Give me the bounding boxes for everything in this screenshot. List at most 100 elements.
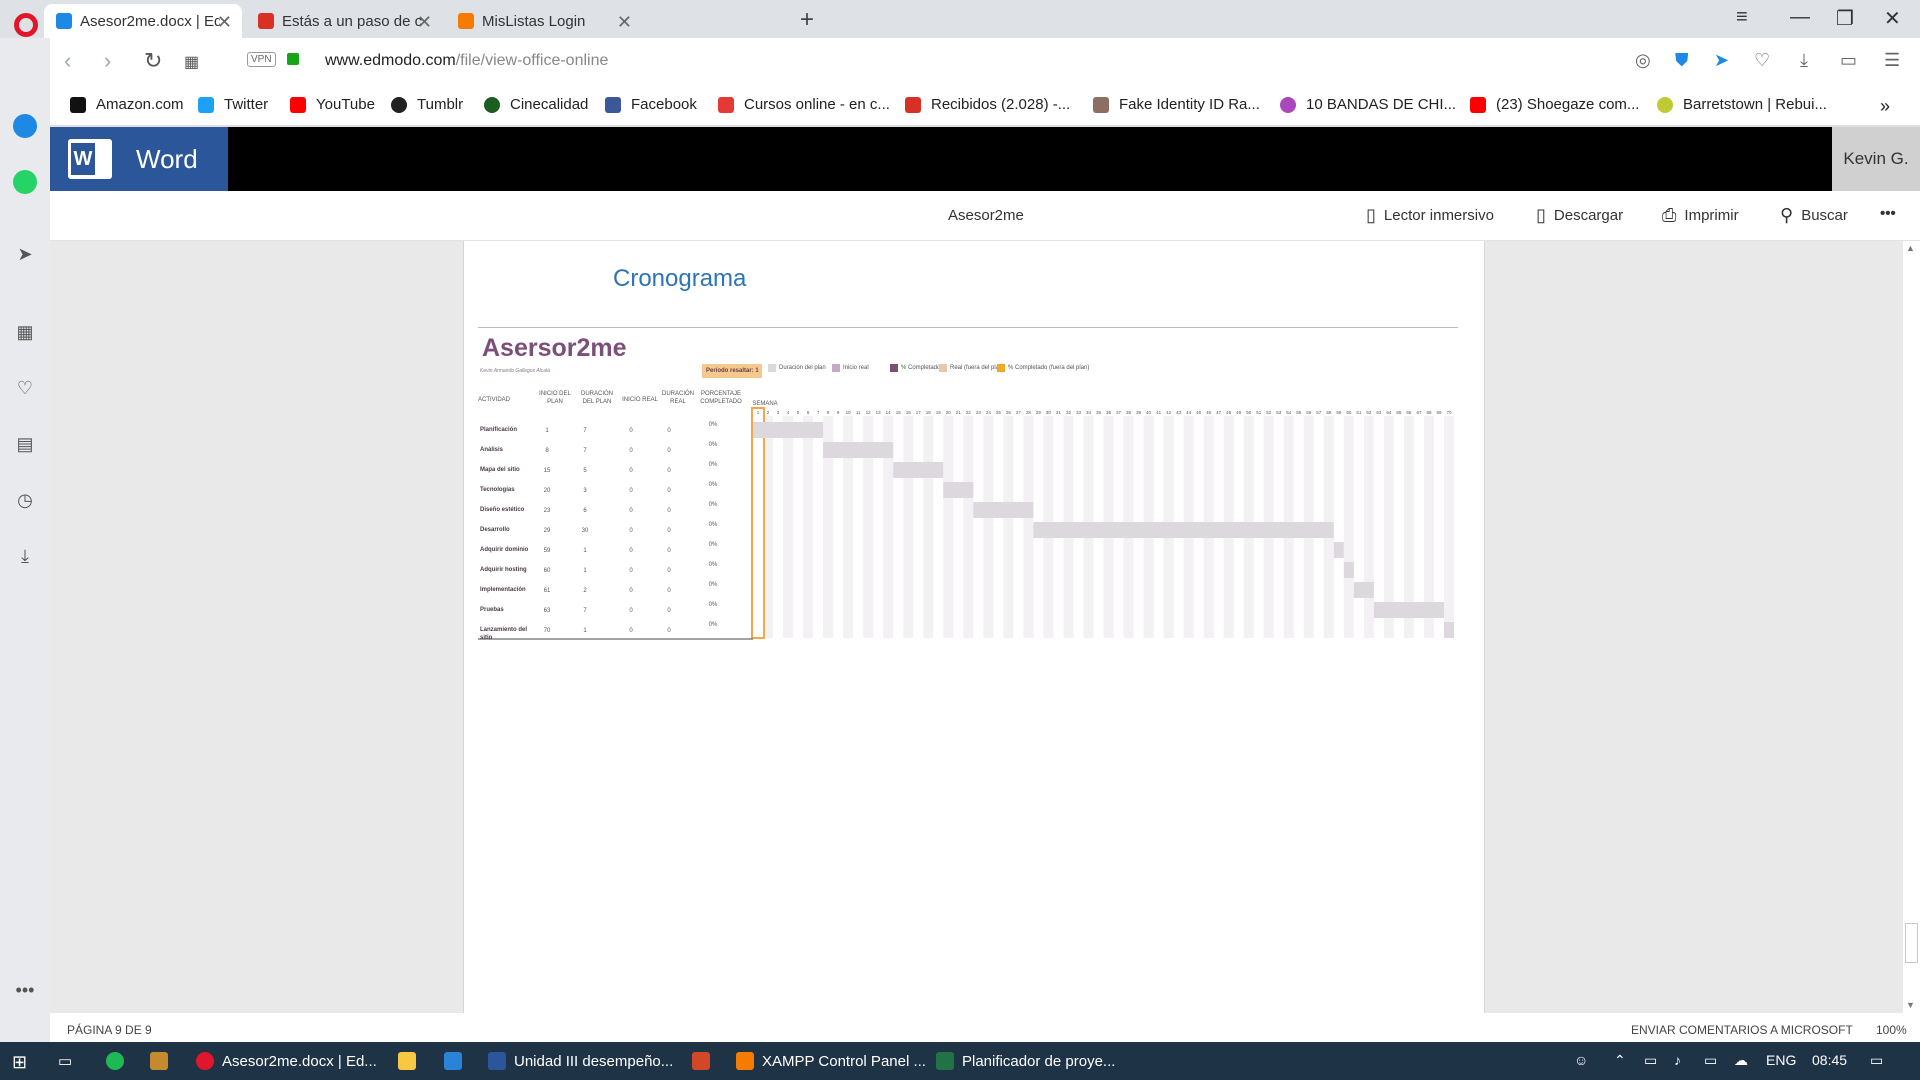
tab-asesor2me[interactable]: Asesor2me.docx | Edmodo ✕: [44, 4, 242, 38]
volume-icon[interactable]: ♪: [1674, 1052, 1681, 1068]
heart-icon[interactable]: ♡: [13, 378, 37, 402]
bookmark-cursos[interactable]: Cursos online - en c...: [718, 96, 890, 113]
heart-icon[interactable]: ♡: [1754, 50, 1770, 71]
reload-icon[interactable]: ↻: [144, 48, 162, 74]
search-button[interactable]: ⚲ Buscar: [1780, 205, 1848, 226]
new-tab-button[interactable]: +: [800, 6, 814, 34]
feedback-link[interactable]: ENVIAR COMENTARIOS A MICROSOFT: [1631, 1023, 1853, 1037]
more-options-button[interactable]: •••: [1880, 205, 1896, 222]
bookmark-amazon[interactable]: Amazon.com: [70, 96, 184, 113]
week-tick: 24: [986, 410, 992, 415]
settings-icon[interactable]: ☰: [1884, 50, 1900, 71]
scroll-down-icon[interactable]: ▼: [1906, 1000, 1915, 1010]
send-icon[interactable]: ➤: [13, 244, 37, 268]
notifications-icon[interactable]: ▭: [1870, 1052, 1883, 1069]
battery-icon[interactable]: ▭: [1644, 1052, 1657, 1069]
game-icon[interactable]: [150, 1052, 176, 1070]
forward-icon[interactable]: ›: [104, 48, 111, 74]
people-icon[interactable]: ☺: [1574, 1052, 1588, 1068]
youtube-icon: [290, 96, 306, 113]
bookmark-shoegaze[interactable]: (23) Shoegaze com...: [1470, 96, 1639, 113]
close-icon[interactable]: ✕: [617, 12, 632, 33]
bookmark-label: 10 BANDAS DE CHI...: [1306, 96, 1457, 113]
file-explorer-icon[interactable]: [398, 1052, 424, 1070]
onedrive-icon[interactable]: ☁: [1734, 1052, 1748, 1069]
more-icon[interactable]: •••: [13, 980, 37, 1004]
spotify-icon[interactable]: [106, 1052, 132, 1070]
bookmark-youtube[interactable]: YouTube: [290, 96, 375, 113]
taskbar-excel[interactable]: Planificador de proye...: [936, 1052, 1115, 1070]
more-bookmarks-icon[interactable]: »: [1880, 96, 1890, 117]
scroll-up-icon[interactable]: ▲: [1906, 243, 1915, 253]
network-icon[interactable]: ▭: [1704, 1052, 1717, 1069]
week-column: [983, 416, 994, 638]
xampp-icon: [736, 1052, 754, 1070]
bookmark-barretstown[interactable]: Barretstown | Rebui...: [1657, 96, 1827, 113]
download-icon[interactable]: ⤓: [1800, 50, 1808, 71]
powerpoint-icon[interactable]: [692, 1052, 718, 1070]
download-icon[interactable]: ⤓: [13, 546, 37, 570]
taskbar-opera[interactable]: Asesor2me.docx | Ed...: [196, 1052, 377, 1070]
week-tick: 45: [1196, 410, 1202, 415]
restore-button[interactable]: ❐: [1836, 6, 1854, 31]
clock[interactable]: 08:45: [1812, 1052, 1847, 1068]
tab-mislistas[interactable]: MisListas Login ✕: [446, 4, 642, 38]
bookmark-recibidos[interactable]: Recibidos (2.028) -...: [905, 96, 1070, 113]
windows-start-icon[interactable]: ⊞: [12, 1052, 27, 1073]
vscode-icon[interactable]: [444, 1052, 470, 1070]
bookmark-tumblr[interactable]: Tumblr: [391, 96, 463, 113]
lock-icon[interactable]: [287, 53, 299, 65]
print-button[interactable]: ⎙ Imprimir: [1662, 205, 1739, 226]
history-icon[interactable]: ◷: [13, 490, 37, 514]
button-label: Lector inmersivo: [1383, 207, 1494, 224]
bookmark-label: (23) Shoegaze com...: [1496, 96, 1640, 113]
adblock-icon[interactable]: ⛊: [1675, 50, 1689, 71]
camera-icon[interactable]: ◎: [1635, 50, 1651, 71]
tab-gmail[interactable]: Estás a un paso de complet ✕: [246, 4, 442, 38]
language-indicator[interactable]: ENG: [1766, 1052, 1796, 1068]
zoom-level[interactable]: 100%: [1876, 1023, 1907, 1037]
user-account[interactable]: Kevin G.: [1832, 127, 1920, 191]
url-field[interactable]: www.edmodo.com/file/view-office-online: [325, 52, 608, 70]
week-column: [923, 416, 934, 638]
taskbar-xampp[interactable]: XAMPP Control Panel ...: [736, 1052, 926, 1070]
task-view-icon[interactable]: ▭: [58, 1052, 72, 1070]
week-tick: 14: [886, 410, 892, 415]
vpn-badge[interactable]: VPN: [247, 52, 276, 67]
week-tick: 46: [1206, 410, 1212, 415]
taskbar-word[interactable]: Unidad III desempeño...: [488, 1052, 673, 1070]
battery-icon[interactable]: ▭: [1840, 50, 1857, 71]
opera-menu-icon[interactable]: [14, 13, 38, 37]
word-icon: [488, 1052, 506, 1070]
tab-menu-icon[interactable]: ≡: [1736, 6, 1748, 29]
week-tick: 20: [946, 410, 952, 415]
bookmark-facebook[interactable]: Facebook: [605, 96, 697, 113]
bookmark-cinecalidad[interactable]: Cinecalidad: [484, 96, 588, 113]
week-tick: 68: [1426, 410, 1432, 415]
close-icon[interactable]: ✕: [417, 12, 432, 33]
word-logo[interactable]: W Word: [50, 127, 228, 191]
chevron-up-icon[interactable]: ⌃: [1614, 1052, 1626, 1069]
download-button[interactable]: ▯ Descargar: [1536, 205, 1623, 226]
bookmark-label: Tumblr: [417, 96, 464, 113]
news-icon[interactable]: ▤: [13, 434, 37, 458]
close-icon[interactable]: ✕: [217, 12, 232, 33]
close-window-button[interactable]: ✕: [1884, 6, 1901, 31]
immersive-reader-button[interactable]: ▯ Lector inmersivo: [1366, 205, 1494, 226]
speed-dial-icon[interactable]: ▦: [184, 52, 199, 72]
vertical-scrollbar[interactable]: ▲ ▼: [1903, 241, 1920, 1013]
minimize-button[interactable]: —: [1790, 6, 1810, 29]
send-icon[interactable]: ➤: [1714, 50, 1729, 71]
bookmark-twitter[interactable]: Twitter: [198, 96, 268, 113]
opera-sidebar: ➤ ▦ ♡ ▤ ◷ ⤓ •••: [0, 38, 50, 1042]
messenger-icon[interactable]: [13, 114, 37, 138]
scroll-thumb[interactable]: [1905, 923, 1918, 963]
whatsapp-icon[interactable]: [13, 170, 37, 194]
bookmark-bandas[interactable]: 10 BANDAS DE CHI...: [1280, 96, 1456, 113]
back-icon[interactable]: ‹: [64, 48, 71, 74]
bookmark-fake-identity[interactable]: Fake Identity ID Ra...: [1093, 96, 1260, 113]
week-tick: 36: [1106, 410, 1112, 415]
speed-dial-icon[interactable]: ▦: [13, 322, 37, 346]
button-label: Descargar: [1553, 207, 1624, 224]
facebook-icon: [605, 96, 621, 113]
